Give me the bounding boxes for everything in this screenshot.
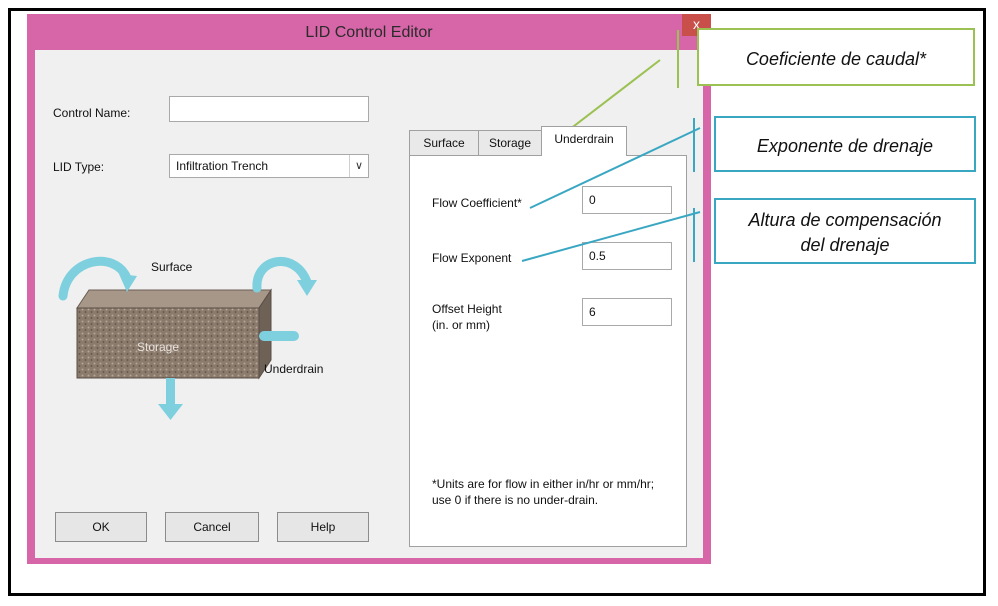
callout-exponente-drenaje: Exponente de drenaje [714,116,976,172]
callout-altura-line1: Altura de compensación [748,210,942,230]
annotation-lines [521,30,701,262]
callout-exponente-drenaje-text: Exponente de drenaje [756,136,934,156]
callout-altura-compensacion: Altura de compensación del drenaje [714,198,976,264]
callout-coeficiente-caudal: Coeficiente de caudal* [697,28,975,86]
callout-altura-line2: del drenaje [800,235,890,255]
callout-coeficiente-caudal-text: Coeficiente de caudal* [745,49,927,69]
altura-leader-line [521,211,701,262]
tab-underdrain[interactable]: Underdrain [541,126,627,156]
